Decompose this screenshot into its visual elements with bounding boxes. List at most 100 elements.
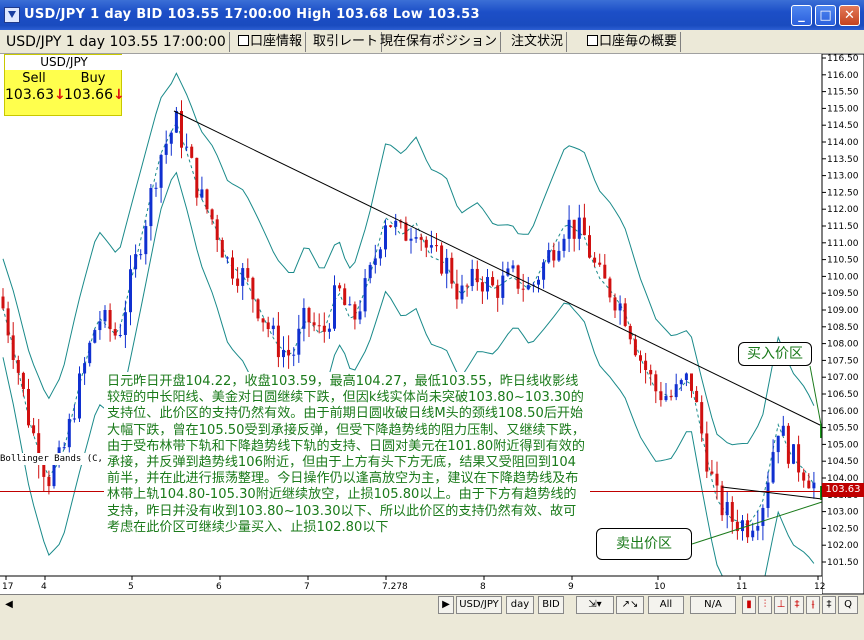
y-tick-label: 113.00 [827, 172, 859, 182]
candle-body [287, 349, 291, 356]
y-tick-label: 104.50 [827, 457, 859, 467]
chart-info-label: USD/JPY 1 day 103.55 17:00:00 [3, 32, 230, 52]
candle-body [378, 249, 382, 259]
minimize-button[interactable]: _ [791, 5, 812, 26]
period-button[interactable]: day [506, 596, 534, 614]
cursor-tool-button[interactable]: ⇲▾ [576, 596, 614, 614]
candle-body [542, 262, 546, 280]
quote-panel[interactable]: USD/JPY Sell 103.63↓ Buy 103.66↓ [4, 54, 125, 116]
candle-body [129, 269, 132, 313]
scroll-left-button[interactable]: ◀ [2, 597, 16, 613]
sell-label: Sell [22, 71, 46, 86]
candle-body [118, 335, 122, 337]
candle-body [501, 275, 505, 298]
symbol-button[interactable]: USD/JPY [456, 596, 502, 614]
candle-body [338, 285, 342, 289]
zoom-out-icon[interactable]: ‡ [790, 596, 804, 614]
y-tick-label: 114.00 [827, 138, 859, 148]
y-tick-label: 102.50 [827, 524, 859, 534]
menu-open-positions[interactable]: 現在保有ポジション [377, 32, 502, 52]
menu-account-info[interactable]: 口座情報 [235, 32, 307, 52]
candle-body [781, 425, 785, 436]
candle-body [593, 257, 597, 263]
scroll-right-button[interactable]: ▶ [438, 596, 454, 614]
line-style-icon[interactable]: ⊥ [774, 596, 788, 614]
all-button[interactable]: All [648, 596, 684, 614]
menu-trade-rate[interactable]: 取引レート [310, 32, 383, 52]
x-tick-label: 9 [568, 582, 574, 592]
indicator-label: Bollinger Bands (C, 13 [0, 453, 112, 465]
candle-body [180, 110, 183, 148]
candle-body [756, 525, 760, 531]
zoom-in-icon[interactable]: ⫲ [806, 596, 820, 614]
x-tick-label: 7.278 [382, 582, 408, 592]
y-tick-label: 109.00 [827, 306, 859, 316]
candle-body [491, 277, 495, 286]
candle-body [644, 360, 648, 371]
candle-body [445, 257, 449, 274]
y-tick-label: 108.50 [827, 323, 859, 333]
candle-body [725, 502, 729, 516]
buy-price: 103.66 [64, 87, 113, 103]
candle-body [241, 268, 245, 286]
app-icon[interactable] [4, 7, 20, 23]
y-tick-label: 106.00 [827, 407, 859, 417]
y-tick-label: 106.50 [827, 390, 859, 400]
candle-body [389, 225, 393, 227]
candle-body [144, 226, 148, 255]
side-button[interactable]: BID [538, 596, 564, 614]
candle-body [42, 463, 46, 477]
candle-body [363, 278, 367, 312]
candle-body [470, 268, 474, 287]
x-tick-label: 7 [304, 582, 310, 592]
na-button[interactable]: N/A [690, 596, 736, 614]
candle-body [236, 278, 240, 286]
candle-body [98, 321, 102, 331]
title-bar[interactable]: USD/JPY 1 day BID 103.55 17:00:00 High 1… [0, 0, 864, 30]
candle-body [149, 188, 153, 227]
buy-quote[interactable]: Buy 103.66↓ [64, 71, 125, 104]
y-tick-label: 107.00 [827, 373, 859, 383]
y-tick-label: 115.00 [827, 104, 859, 114]
date-axis: 17 4 5 6 7 7.278 8 9 10 11 12 [0, 575, 825, 594]
candle-body [440, 245, 444, 274]
candle-body [83, 363, 87, 374]
candle-body [103, 310, 107, 322]
candle-body [766, 482, 770, 508]
candle-body [598, 262, 602, 265]
candle-body [292, 354, 296, 356]
crosshair-icon[interactable]: ‡ [822, 596, 836, 614]
candle-body [465, 285, 469, 287]
sell-quote[interactable]: Sell 103.63↓ [5, 71, 66, 104]
candle-body [730, 502, 734, 522]
candle-body [185, 146, 189, 148]
app-window: USD/JPY 1 day BID 103.55 17:00:00 High 1… [0, 0, 864, 640]
candle-body [225, 257, 229, 259]
y-tick-label: 105.00 [827, 440, 859, 450]
bar-style-icon[interactable]: ⫶ [758, 596, 772, 614]
drawing-tool-button[interactable]: ↗↘ [616, 596, 644, 614]
draw-icon: ↗↘ [621, 599, 639, 610]
candle-body [429, 245, 433, 248]
close-button[interactable]: ✕ [839, 5, 860, 26]
candle-body [700, 402, 704, 434]
candle-body [251, 277, 255, 300]
candle-body [633, 339, 637, 356]
candle-body [200, 189, 204, 198]
candle-body [618, 303, 622, 311]
menu-account-summary[interactable]: 口座毎の概要 [584, 32, 682, 52]
candle-body [562, 238, 566, 251]
candle-body [659, 391, 663, 401]
settings-icon[interactable]: Q [838, 596, 858, 614]
candle-body [384, 225, 387, 250]
candle-body [715, 473, 719, 486]
candle-body [537, 279, 540, 285]
menu-order-status[interactable]: 注文状況 [508, 32, 568, 52]
candle-body [333, 285, 336, 329]
candle-body [52, 464, 56, 487]
candle-body [123, 312, 127, 336]
candle-body [317, 325, 321, 327]
analysis-comment: 日元昨日开盘104.22，收盘103.59，最高104.27，最低103.55，… [104, 372, 590, 554]
maximize-button[interactable]: □ [815, 5, 836, 26]
candle-style-icon[interactable]: ▮ [742, 596, 756, 614]
